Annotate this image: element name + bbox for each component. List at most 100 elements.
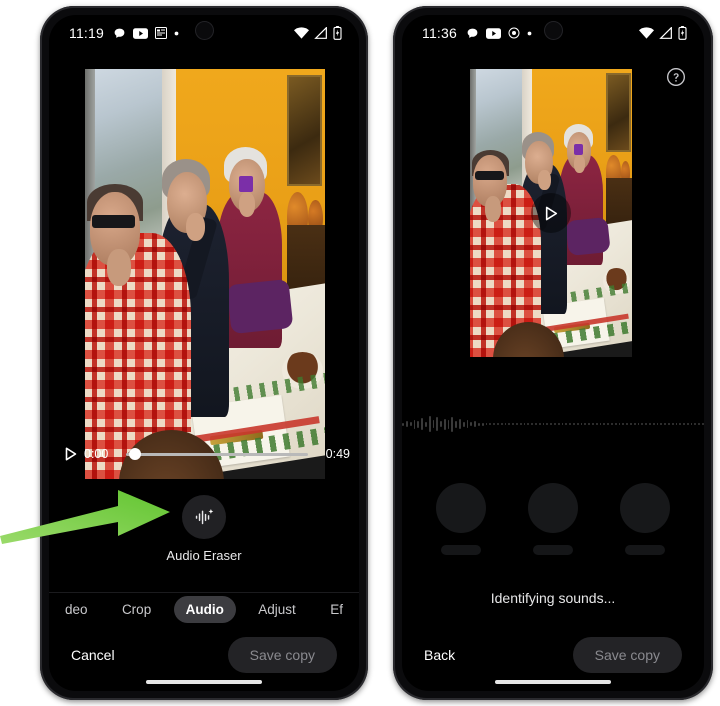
signal-icon — [659, 26, 673, 39]
waveform-bar — [584, 423, 587, 425]
waveform-bar — [417, 420, 420, 428]
waveform-bar — [572, 423, 575, 425]
play-icon[interactable] — [58, 447, 84, 461]
sound-chip-placeholder — [436, 483, 486, 555]
waveform-bar — [550, 423, 552, 425]
phone-right-screen: 11:36 Identifying sounds... Back Save co… — [402, 15, 704, 691]
nav-gesture-bar[interactable] — [146, 680, 262, 684]
save-copy-button[interactable]: Save copy — [572, 637, 682, 673]
youtube-icon — [486, 27, 501, 39]
status-time: 11:36 — [422, 25, 457, 41]
status-system-icons — [294, 26, 342, 40]
waveform-bar — [591, 423, 594, 425]
waveform-bar — [474, 421, 477, 427]
waveform-bar — [702, 423, 704, 425]
waveform-bar — [402, 422, 404, 426]
green-pointer-arrow — [0, 490, 170, 544]
sound-chip-placeholder — [620, 483, 670, 555]
phone-left-screen: 11:19 0:00 0:49 Audio Eraser deo Crop Au… — [49, 15, 359, 691]
waveform-bar — [546, 423, 549, 425]
waveform-bar — [565, 423, 568, 425]
waveform-bar — [671, 423, 674, 425]
waveform-bar — [455, 420, 458, 428]
tab-crop[interactable]: Crop — [110, 596, 163, 623]
waveform-bar — [447, 419, 450, 429]
current-time-label: 0:00 — [84, 447, 109, 461]
sound-chip-circle — [436, 483, 486, 533]
waveform-bar — [610, 423, 613, 425]
waveform-bar — [576, 423, 579, 425]
waveform-bar — [459, 419, 461, 429]
video-frame-image — [85, 69, 325, 479]
seek-track[interactable] — [126, 448, 308, 460]
video-preview-right[interactable] — [470, 69, 632, 357]
youtube-icon — [133, 27, 148, 39]
dot-icon — [174, 31, 179, 36]
video-preview-left[interactable] — [85, 69, 325, 479]
duration-label: 0:49 — [325, 447, 350, 461]
waveform-bar — [679, 423, 682, 425]
waveform-bar — [557, 423, 560, 425]
sound-chip-label-bar — [533, 545, 573, 555]
audio-waveform[interactable] — [402, 411, 704, 437]
waveform-bar — [641, 423, 644, 425]
battery-icon — [678, 26, 687, 40]
action-bar-left: Cancel Save copy — [49, 633, 359, 677]
waveform-bar — [652, 423, 655, 425]
waveform-bar — [512, 423, 515, 425]
back-button[interactable]: Back — [424, 647, 455, 663]
waveform-bar — [645, 423, 647, 425]
chrome-icon — [508, 27, 520, 39]
seek-bar-row[interactable]: 0:00 0:49 — [58, 440, 350, 468]
chat-bubble-icon — [113, 27, 126, 40]
status-message: Identifying sounds... — [490, 590, 616, 606]
waveform-bar — [413, 419, 416, 429]
waveform-bar — [614, 423, 617, 425]
action-bar-right: Back Save copy — [402, 633, 704, 677]
waveform-bar — [595, 423, 598, 425]
waveform-bar — [637, 423, 640, 425]
waveform-bar — [660, 423, 663, 425]
play-icon[interactable] — [531, 193, 571, 233]
status-time: 11:19 — [69, 25, 104, 41]
waveform-bar — [603, 423, 606, 425]
waveform-bar — [633, 423, 636, 425]
waveform-bar — [538, 423, 541, 425]
battery-icon — [333, 26, 342, 40]
waveform-bar — [580, 423, 583, 425]
tool-label: Audio Eraser — [166, 548, 242, 563]
waveform-bar — [489, 423, 492, 425]
waveform-bar — [629, 423, 632, 425]
waveform-bar — [664, 423, 666, 425]
waveform-bar — [535, 423, 537, 425]
waveform-bar — [667, 423, 670, 425]
waveform-bar — [554, 423, 556, 425]
dot-icon — [527, 31, 532, 36]
tab-effects[interactable]: Ef — [318, 596, 355, 623]
help-circle-icon[interactable] — [666, 67, 686, 87]
waveform-bar — [451, 416, 454, 432]
sound-chip-label-bar — [441, 545, 481, 555]
waveform-bar — [683, 423, 685, 425]
wifi-icon — [639, 27, 654, 39]
sound-chip-label-bar — [625, 545, 665, 555]
tab-adjust[interactable]: Adjust — [246, 596, 308, 623]
waveform-bar — [626, 423, 628, 425]
tab-audio[interactable]: Audio — [173, 596, 236, 623]
cancel-button[interactable]: Cancel — [71, 647, 115, 663]
tab-video[interactable]: deo — [53, 596, 100, 623]
waveform-bar — [436, 417, 439, 431]
save-copy-button[interactable]: Save copy — [227, 637, 337, 673]
seek-thumb[interactable] — [129, 448, 142, 460]
waveform-bar — [698, 423, 701, 425]
chat-bubble-icon — [466, 27, 479, 40]
phone-right: 11:36 Identifying sounds... Back Save co… — [393, 6, 713, 700]
nav-gesture-bar[interactable] — [495, 680, 611, 684]
waveform-bar — [500, 423, 503, 425]
waveform-bar — [656, 423, 659, 425]
waveform-bar — [497, 423, 499, 425]
waveform-bar — [607, 423, 609, 425]
editor-tab-bar[interactable]: deo Crop Audio Adjust Ef — [49, 592, 359, 626]
app-icon — [155, 27, 167, 39]
wifi-icon — [294, 27, 309, 39]
